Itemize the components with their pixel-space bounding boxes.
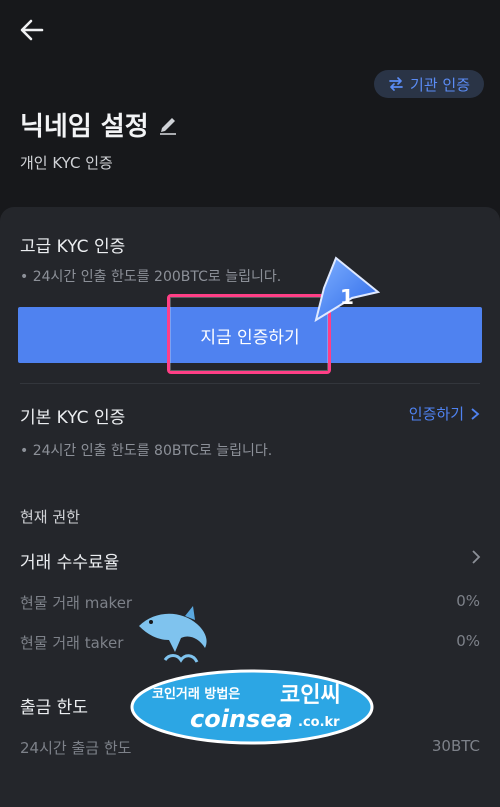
maker-fee-label: 현물 거래 maker (20, 594, 133, 612)
advanced-kyc-note: • 24시간 인출 한도를 200BTC로 늘립니다. (20, 269, 282, 285)
chevron-right-icon (471, 407, 480, 420)
taker-fee-value: 0% (456, 632, 480, 650)
step-badge-number: 1 (340, 285, 354, 309)
maker-fee-value: 0% (456, 592, 480, 610)
nickname-title[interactable]: 닉네임 설정 (20, 106, 179, 143)
watermark-line1: 코인거래 방법은 (152, 687, 241, 702)
step-badge-icon: 1 (314, 256, 380, 323)
watermark-logo: 코인거래 방법은 코인씨 coinsea .co.kr (130, 665, 375, 745)
basic-kyc-verify-link[interactable]: 인증하기 (409, 403, 480, 424)
watermark-domain: coinsea (190, 705, 293, 733)
withdrawal-limit-title: 출금 한도 (20, 698, 88, 718)
taker-fee-label: 현물 거래 taker (20, 634, 124, 652)
institution-verification-button[interactable]: 기관 인증 (374, 70, 484, 98)
page-title: 닉네임 설정 (20, 112, 149, 142)
edit-pencil-icon[interactable] (157, 114, 179, 136)
dolphin-icon (139, 606, 207, 663)
watermark-domain-suffix: .co.kr (298, 715, 340, 730)
current-permissions-title: 현재 권한 (20, 508, 80, 526)
chevron-right-icon[interactable] (470, 548, 482, 566)
advanced-kyc-title: 고급 KYC 인증 (20, 237, 126, 257)
swap-icon (389, 77, 403, 91)
back-button[interactable] (18, 16, 46, 44)
arrow-left-icon (20, 19, 44, 41)
page-subtitle: 개인 KYC 인증 (20, 154, 113, 172)
highlight-box (167, 294, 331, 374)
basic-kyc-title: 기본 KYC 인증 (20, 408, 126, 428)
basic-kyc-verify-label: 인증하기 (408, 405, 464, 423)
daily-withdrawal-label: 24시간 출금 한도 (20, 739, 132, 757)
basic-kyc-note: • 24시간 인출 한도를 80BTC로 늘립니다. (20, 443, 273, 459)
daily-withdrawal-value: 30BTC (431, 737, 480, 755)
section-divider (20, 383, 480, 384)
institution-verification-label: 기관 인증 (410, 75, 470, 94)
trading-fee-title[interactable]: 거래 수수료율 (20, 548, 119, 573)
